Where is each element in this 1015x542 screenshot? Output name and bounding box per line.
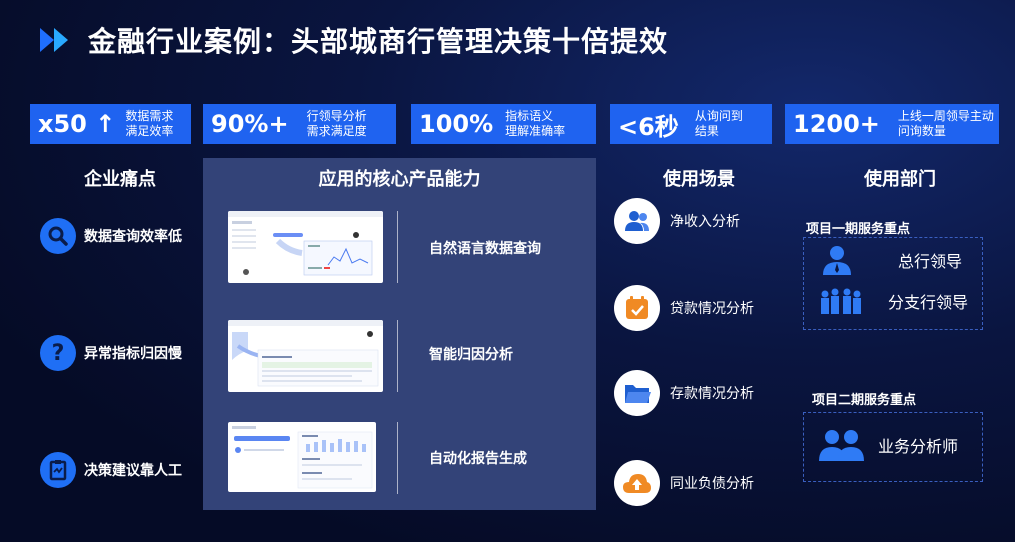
report-screenshot [228,422,376,492]
pain-point-item: 数据查询效率低 [40,218,182,254]
pain-point-item: ? 异常指标归因慢 [40,335,182,371]
divider [397,320,398,392]
leader-icon [823,246,851,275]
department-label: 总行领导 [898,252,963,271]
metric-desc: 从询问到 结果 [694,109,743,138]
slide: 金融行业案例：头部城商行管理决策十倍提效 x50 ↑ 数据需求 满足效率 90%+… [0,0,1015,542]
scene-label: 存款情况分析 [670,386,754,402]
metric-value: 100% [419,110,494,138]
scene-label: 贷款情况分析 [670,301,754,317]
page-title: 金融行业案例：头部城商行管理决策十倍提效 [88,25,669,58]
metric-value: 90%+ [211,110,289,138]
metric-card: <6秒 从询问到 结果 [610,104,772,144]
scene-item: 存款情况分析 [614,370,754,416]
core-item-label: 自然语言数据查询 [429,241,541,257]
search-icon [40,218,76,254]
pain-point-label: 数据查询效率低 [84,229,182,245]
pain-point-label: 决策建议靠人工 [84,463,182,479]
clipboard-icon [40,452,76,488]
metric-card: 1200+ 上线一周领导主动 问询数量 [785,104,999,144]
question-icon: ? [40,335,76,371]
double-chevron-icon [40,26,80,54]
metric-desc: 上线一周领导主动 问询数量 [897,109,994,138]
phase2-title: 项目二期服务重点 [812,393,917,408]
scene-item: 贷款情况分析 [614,285,754,331]
attribution-screenshot [228,320,383,392]
department-item: 分支行领导 [818,286,968,316]
scenes-heading: 使用场景 [663,169,735,190]
core-heading: 应用的核心产品能力 [318,169,481,190]
metric-card: 90%+ 行领导分析 需求满足度 [203,104,396,144]
metric-value: <6秒 [618,112,679,141]
metric-value: x50 ↑ [38,110,116,138]
department-label: 业务分析师 [878,437,959,456]
metric-desc: 行领导分析 需求满足度 [306,109,367,138]
metric-card: 100% 指标语义 理解准确率 [411,104,596,144]
cloud-upload-icon [614,460,660,506]
department-label: 分支行领导 [888,293,969,312]
folder-icon [614,370,660,416]
team-icon [821,288,861,314]
pain-points-heading: 企业痛点 [84,169,156,190]
analyst-icon [819,430,864,461]
scene-item: 净收入分析 [614,198,740,244]
pain-point-item: 决策建议靠人工 [40,452,182,488]
scene-label: 同业负债分析 [670,476,754,492]
scene-label: 净收入分析 [670,214,740,230]
department-item: 总行领导 [820,244,962,276]
nl-query-screenshot [228,211,383,283]
department-item: 业务分析师 [818,428,958,462]
departments-heading: 使用部门 [864,169,936,190]
core-capabilities-panel: 应用的核心产品能力 自然语言数据查询 智能归因分析 自动化报告生成 [203,158,596,510]
users-icon [614,198,660,244]
metric-card: x50 ↑ 数据需求 满足效率 [30,104,191,144]
metric-desc: 数据需求 满足效率 [125,109,174,138]
core-item-label: 智能归因分析 [429,347,513,363]
divider [397,211,398,283]
title-bar: 金融行业案例：头部城商行管理决策十倍提效 [40,18,668,62]
metric-value: 1200+ [793,110,880,138]
calendar-icon [614,285,660,331]
core-item-label: 自动化报告生成 [429,451,527,467]
pain-point-label: 异常指标归因慢 [84,346,182,362]
divider [397,422,398,494]
phase1-title: 项目一期服务重点 [806,222,911,237]
scene-item: 同业负债分析 [614,460,754,506]
metric-desc: 指标语义 理解准确率 [505,109,566,138]
